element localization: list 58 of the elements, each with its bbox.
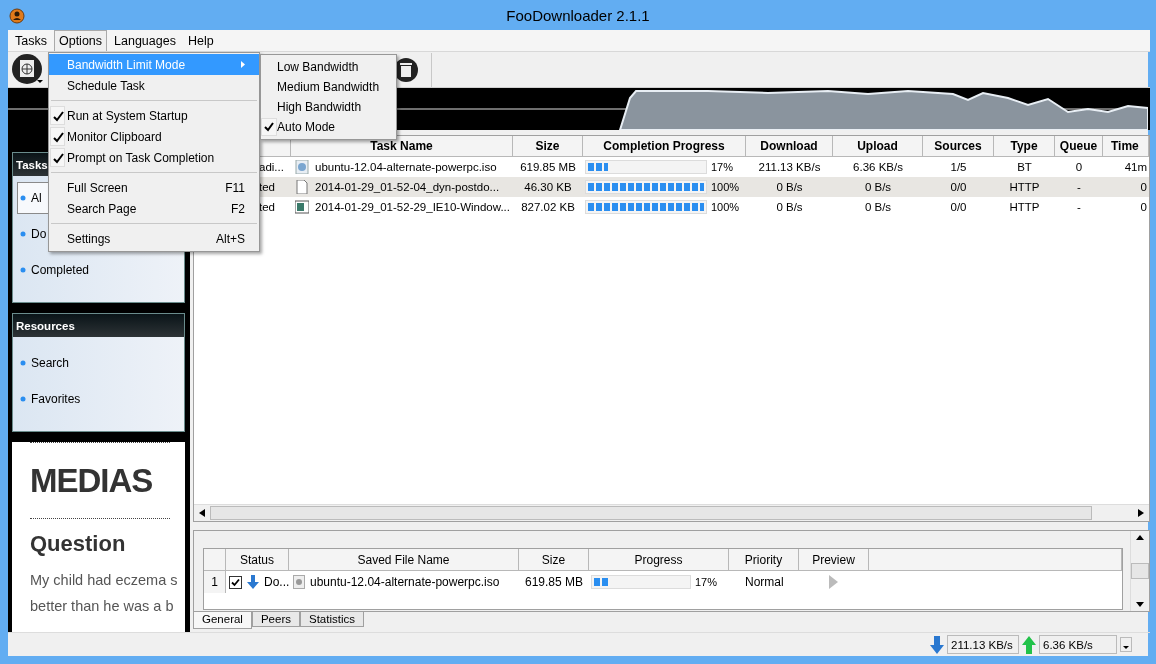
sources-cell-text: 0/0: [949, 200, 968, 215]
speed-cell-text: 0 B/s: [863, 180, 893, 195]
upload-speed: 6.36 KB/s: [1039, 635, 1117, 654]
sources-cell-text: 1/5: [949, 160, 968, 175]
sources-cell-text: 0/0: [949, 180, 968, 195]
page-heading: Question: [30, 531, 127, 557]
speed-cell-text: 211.13 KB/s: [757, 160, 822, 175]
time-cell-text: 41m: [1123, 160, 1148, 175]
progress-percent: 100%: [711, 201, 740, 213]
menu-label: Monitor Clipboard: [67, 129, 163, 144]
menu-label: Bandwidth Limit Mode: [67, 57, 187, 72]
status-text: ted: [259, 181, 275, 193]
file-name: ubuntu-12.04-alternate-powerpc.iso: [315, 161, 497, 173]
time-cell-text: 0: [1139, 200, 1148, 215]
shortcut-text: F11: [225, 180, 245, 195]
progress-percent: 100%: [711, 181, 740, 193]
speed-cell-text: 0 B/s: [863, 200, 893, 215]
size-cell-text: 619.85 MB: [523, 574, 584, 591]
window-title: FooDownloader 2.1.1: [506, 6, 650, 24]
progress-percent: 17%: [695, 576, 718, 588]
download-speed: 211.13 KB/s: [947, 635, 1019, 654]
file-name: 2014-01-29_01-52-29_IE10-Window...: [315, 201, 510, 213]
speed-cell-text: 0 B/s: [775, 180, 804, 195]
type-cell-text: BT: [1016, 160, 1033, 175]
menu-label: Full Screen: [67, 180, 129, 195]
site-logo: MEDIAS: [30, 462, 154, 500]
status-text: adi...: [259, 161, 284, 173]
type-cell-text: HTTP: [1008, 180, 1041, 195]
time-cell-text: 0: [1139, 180, 1148, 195]
menu-label: Medium Bandwidth: [277, 80, 381, 94]
menu-label: Settings: [67, 231, 112, 246]
queue-cell-text: 0: [1074, 160, 1084, 175]
priority-cell-text: Normal: [744, 574, 785, 591]
panel-header: Resources: [13, 314, 184, 337]
file-name: ubuntu-12.04-alternate-powerpc.iso: [310, 575, 500, 589]
menu-label: Search Page: [67, 201, 138, 216]
size-cell-text: 46.30 KB: [523, 180, 573, 195]
queue-cell-text: -: [1076, 180, 1082, 195]
page-text: better than he was a b: [30, 597, 175, 616]
progress-percent: 17%: [711, 161, 734, 173]
queue-cell-text: -: [1076, 200, 1082, 215]
file-name: 2014-01-29_01-52-04_dyn-postdo...: [315, 181, 500, 193]
speed-cell-text: 0 B/s: [775, 200, 804, 215]
menu-label: Schedule Task: [67, 78, 146, 93]
menu-label: High Bandwidth: [277, 100, 363, 114]
status-text: Do...: [264, 575, 290, 589]
type-cell-text: HTTP: [1008, 200, 1041, 215]
page-text: My child had eczema s: [30, 571, 179, 590]
menu-label: Run at System Startup: [67, 108, 189, 123]
shortcut-text: F2: [231, 201, 245, 216]
shortcut-text: Alt+S: [216, 231, 245, 246]
size-cell-text: 619.85 MB: [519, 160, 577, 175]
status-text: ted: [259, 201, 275, 213]
menu-label: Low Bandwidth: [277, 60, 360, 74]
speed-cell-text: 6.36 KB/s: [852, 160, 904, 175]
size-cell-text: 827.02 KB: [520, 200, 576, 215]
row-number: 1: [204, 571, 226, 593]
menu-label: Auto Mode: [277, 120, 337, 134]
